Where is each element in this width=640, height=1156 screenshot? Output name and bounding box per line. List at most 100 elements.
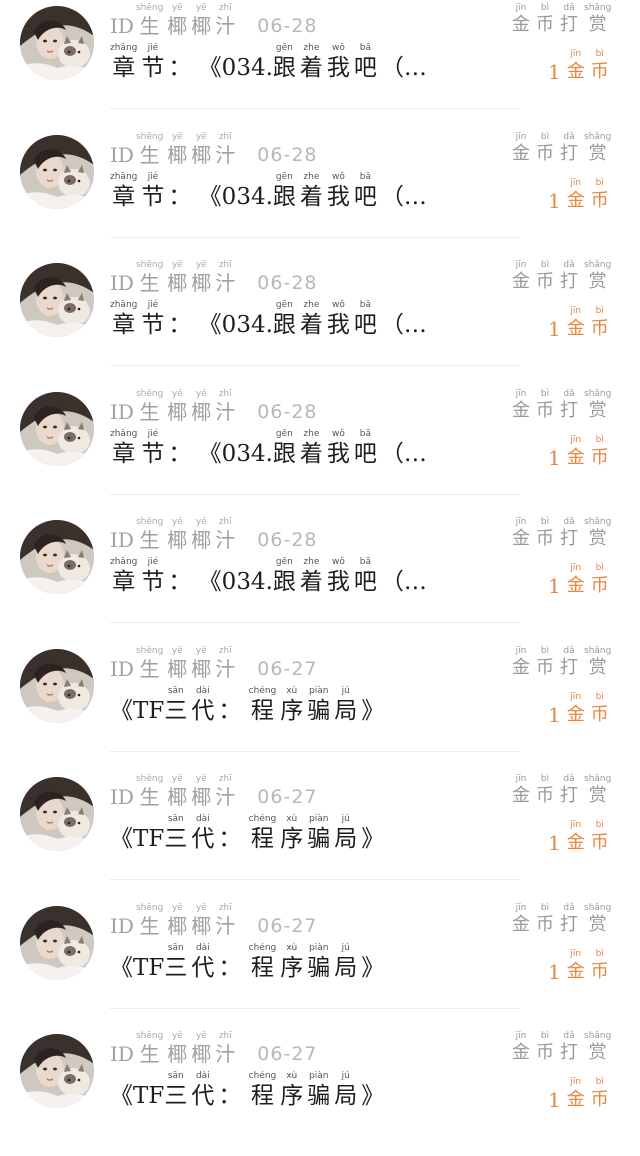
username-prefix: ID [110,1042,134,1066]
list-item[interactable]: ID shēng 生 yē 椰 yē 椰 zhī 汁 06-28 zhāng 章 jié 节： 《034.… [0,129,640,257]
ruby-char: jié 节 [141,172,164,211]
pinyin-annotation: yē [195,1031,207,1041]
list-item[interactable]: ID shēng 生 yē 椰 yē 椰 zhī 汁 06-28 zhāng 章 jié 节： 《034.… [0,0,640,128]
avatar[interactable] [20,906,94,980]
ruby-char: bì 币 [591,949,609,984]
pinyin-annotation: bā [359,429,372,439]
pinyin-annotation: yē [195,774,207,784]
coin-reward-label: jīn 金 bì 币 dǎ 打 shǎng 赏 [512,774,617,807]
ruby-char: dài 代 [191,814,214,853]
avatar[interactable] [20,263,94,337]
hanzi-char: 币 [536,785,554,806]
ruby-char: yē 椰 [191,903,211,938]
ruby-char: jú 局 [334,814,357,853]
pinyin-annotation: zhī [218,517,232,527]
username[interactable]: shēng 生 yē 椰 yē 椰 zhī 汁 [136,517,239,552]
hanzi-char: 节 [141,184,165,210]
pinyin-annotation: bì [540,389,550,399]
hanzi-char: 汁 [215,914,236,938]
ruby-char: yē 椰 [191,132,211,167]
avatar[interactable] [20,1034,94,1108]
list-item[interactable]: ID shēng 生 yē 椰 yē 椰 zhī 汁 06-28 zhāng 章 jié 节： 《034.… [0,386,640,514]
content-text: ： 《034. [168,312,273,338]
ruby-char: sān 三 [164,1071,187,1110]
list-item[interactable]: ID shēng 生 yē 椰 yē 椰 zhī 汁 06-27 《TF sān 三 dài 代： chén… [0,900,640,1028]
record-date: 06-28 [257,15,318,37]
hanzi-char: 跟 [272,569,296,595]
record-content[interactable]: zhāng 章 jié 节： 《034. gēn 跟 zhe 着 wǒ 我 bā 吧（… [110,169,427,211]
ruby-char: jīn 金 [512,646,530,679]
hanzi-char: 我 [326,569,350,595]
avatar[interactable] [20,777,94,851]
hanzi-char: 金 [566,832,585,853]
pinyin-annotation: bā [359,43,372,53]
pinyin-annotation: shǎng [584,903,612,913]
hanzi-char: 椰 [167,528,188,552]
list-item[interactable]: ID shēng 生 yē 椰 yē 椰 zhī 汁 06-28 zhāng 章 jié 节： 《034.… [0,514,640,642]
pinyin-annotation: chéng [248,943,277,953]
hanzi-char: 金 [566,447,585,468]
record-content[interactable]: 《TF sān 三 dài 代： chéng 程 xù 序 piàn 骗 jú 局》 [110,683,384,725]
ruby-char: shǎng 赏 [584,260,611,293]
username[interactable]: shēng 生 yē 椰 yē 椰 zhī 汁 [136,3,239,38]
ruby-char: yē 椰 [167,132,187,167]
username[interactable]: shēng 生 yē 椰 yē 椰 zhī 汁 [136,389,239,424]
username-prefix: ID [110,14,134,38]
record-content[interactable]: 《TF sān 三 dài 代： chéng 程 xù 序 piàn 骗 jú 局》 [110,940,384,982]
hanzi-char: 生 [139,657,160,681]
content-text: ： 《034. [168,441,273,467]
hanzi-char: 骗 [307,955,331,981]
avatar[interactable] [20,135,94,209]
username[interactable]: shēng 生 yē 椰 yē 椰 zhī 汁 [136,260,239,295]
record-date: 06-28 [257,401,318,423]
hanzi-char: 币 [590,832,609,853]
hanzi-char: 赏 [588,143,607,164]
record-content[interactable]: 《TF sān 三 dài 代： chéng 程 xù 序 piàn 骗 jú 局》 [110,811,384,853]
content-text: （… [380,312,427,338]
ruby-char: bì 币 [536,646,554,679]
pinyin-annotation: bì [540,517,550,527]
list-item[interactable]: ID shēng 生 yē 椰 yē 椰 zhī 汁 06-27 《TF sān 三 dài 代： chén… [0,643,640,771]
ruby-char: bā 吧 [354,172,377,211]
ruby-char: shēng 生 [136,774,163,809]
avatar[interactable] [20,649,94,723]
record-content[interactable]: zhāng 章 jié 节： 《034. gēn 跟 zhe 着 wǒ 我 bā 吧（… [110,40,427,82]
list-item[interactable]: ID shēng 生 yē 椰 yē 椰 zhī 汁 06-27 《TF sān 三 dài 代： chén… [0,771,640,899]
record-content[interactable]: zhāng 章 jié 节： 《034. gēn 跟 zhe 着 wǒ 我 bā 吧（… [110,426,427,468]
hanzi-char: 币 [536,400,554,421]
avatar[interactable] [20,392,94,466]
pinyin-annotation: jīn [515,389,527,399]
pinyin-annotation: zhī [218,903,232,913]
username[interactable]: shēng 生 yē 椰 yē 椰 zhī 汁 [136,903,239,938]
username[interactable]: shēng 生 yē 椰 yē 椰 zhī 汁 [136,646,239,681]
ruby-char: jīn 金 [512,389,530,422]
pinyin-annotation: dài [195,686,210,696]
pinyin-annotation: jīn [570,820,582,830]
username[interactable]: shēng 生 yē 椰 yē 椰 zhī 汁 [136,1031,239,1066]
list-item[interactable]: ID shēng 生 yē 椰 yē 椰 zhī 汁 06-28 zhāng 章 jié 节： 《034.… [0,257,640,385]
username[interactable]: shēng 生 yē 椰 yē 椰 zhī 汁 [136,132,239,167]
username-date-line: ID shēng 生 yē 椰 yē 椰 zhī 汁 06-28 [110,259,318,295]
ruby-char: zhāng 章 [110,429,137,468]
content-text: 》 [361,698,385,724]
pinyin-annotation: bì [595,563,604,573]
hanzi-char: 椰 [191,1042,212,1066]
avatar[interactable] [20,6,94,80]
avatar[interactable] [20,520,94,594]
hanzi-char: 金 [566,61,585,82]
pinyin-annotation: jīn [515,903,527,913]
pinyin-annotation: chéng [248,1071,277,1081]
pinyin-annotation: jú [341,686,350,696]
ruby-char: shēng 生 [136,260,163,295]
record-content[interactable]: 《TF sān 三 dài 代： chéng 程 xù 序 piàn 骗 jú 局》 [110,1068,384,1110]
record-content[interactable]: zhāng 章 jié 节： 《034. gēn 跟 zhe 着 wǒ 我 bā 吧（… [110,554,427,596]
ruby-char: wǒ 我 [327,557,350,596]
username[interactable]: shēng 生 yē 椰 yē 椰 zhī 汁 [136,774,239,809]
pinyin-annotation: bì [595,949,604,959]
record-content[interactable]: zhāng 章 jié 节： 《034. gēn 跟 zhe 着 wǒ 我 bā 吧（… [110,297,427,339]
ruby-char: yē 椰 [191,517,211,552]
ruby-char: jīn 金 [512,517,530,550]
list-item[interactable]: ID shēng 生 yē 椰 yē 椰 zhī 汁 06-27 《TF sān 三 dài 代： chén… [0,1028,640,1156]
pinyin-annotation: dǎ [563,1031,575,1041]
pinyin-annotation: bì [595,49,604,59]
